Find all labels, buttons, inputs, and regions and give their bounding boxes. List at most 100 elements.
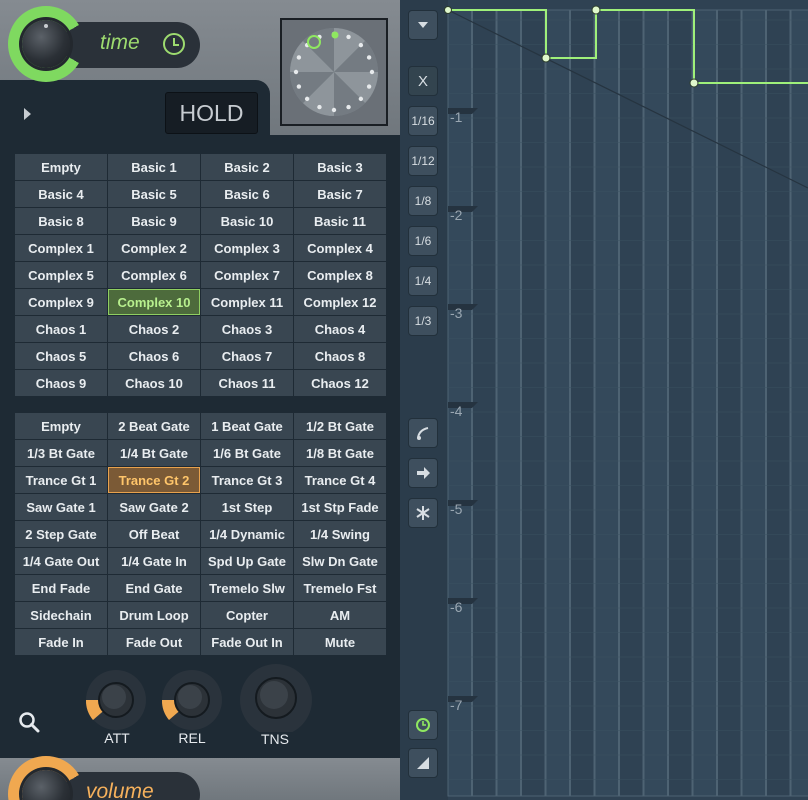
preset-button[interactable]: Empty: [15, 413, 107, 439]
snap-button[interactable]: 1/4: [408, 266, 438, 296]
preset-button[interactable]: Mute: [294, 629, 386, 655]
preset-button[interactable]: Basic 7: [294, 181, 386, 207]
preset-button[interactable]: 1/4 Gate In: [108, 548, 200, 574]
close-button[interactable]: X: [408, 66, 438, 96]
preset-grid-top: Empty Basic 1 Basic 2 Basic 3 Basic 4 Basic 5…: [15, 154, 386, 396]
preset-button[interactable]: Basic 10: [201, 208, 293, 234]
preset-button[interactable]: Basic 1: [108, 154, 200, 180]
preset-button[interactable]: Complex 11: [201, 289, 293, 315]
preset-button[interactable]: Chaos 9: [15, 370, 107, 396]
preset-button[interactable]: Saw Gate 2: [108, 494, 200, 520]
preset-button[interactable]: Chaos 1: [15, 316, 107, 342]
preset-button[interactable]: 2 Beat Gate: [108, 413, 200, 439]
preset-button[interactable]: Basic 8: [15, 208, 107, 234]
preset-button[interactable]: Chaos 5: [15, 343, 107, 369]
expand-arrow-icon[interactable]: [24, 108, 31, 120]
preset-button[interactable]: Complex 3: [201, 235, 293, 261]
preset-button[interactable]: Chaos 8: [294, 343, 386, 369]
preset-button[interactable]: Basic 5: [108, 181, 200, 207]
preset-button[interactable]: Saw Gate 1: [15, 494, 107, 520]
clock-icon[interactable]: [163, 33, 185, 55]
preset-button[interactable]: AM: [294, 602, 386, 628]
snap-button[interactable]: 1/8: [408, 186, 438, 216]
preset-button[interactable]: Basic 3: [294, 154, 386, 180]
preset-button[interactable]: Trance Gt 1: [15, 467, 107, 493]
preset-button[interactable]: 1/3 Bt Gate: [15, 440, 107, 466]
preset-button[interactable]: 1/2 Bt Gate: [294, 413, 386, 439]
preset-button[interactable]: Basic 6: [201, 181, 293, 207]
preset-button[interactable]: Slw Dn Gate: [294, 548, 386, 574]
preset-button[interactable]: Chaos 3: [201, 316, 293, 342]
preset-button[interactable]: 1st Step: [201, 494, 293, 520]
envelope-graph[interactable]: -1 -2 -3 -4 -5 -6 -7: [400, 0, 808, 800]
preset-button[interactable]: Empty: [15, 154, 107, 180]
lfo-dial-display[interactable]: [280, 18, 388, 126]
preset-button[interactable]: 1/4 Dynamic: [201, 521, 293, 547]
time-knob[interactable]: [8, 6, 84, 82]
preset-button[interactable]: Complex 8: [294, 262, 386, 288]
preset-button[interactable]: Fade Out: [108, 629, 200, 655]
preset-button[interactable]: Complex 9: [15, 289, 107, 315]
preset-button[interactable]: End Gate: [108, 575, 200, 601]
preset-button[interactable]: Basic 4: [15, 181, 107, 207]
preset-button[interactable]: End Fade: [15, 575, 107, 601]
snap-button[interactable]: 1/12: [408, 146, 438, 176]
preset-button[interactable]: Copter: [201, 602, 293, 628]
preset-button[interactable]: Complex 1: [15, 235, 107, 261]
snap-button[interactable]: 1/6: [408, 226, 438, 256]
tempo-sync-button[interactable]: [408, 710, 438, 740]
preset-button[interactable]: Trance Gt 2: [108, 467, 200, 493]
preset-button[interactable]: Complex 7: [201, 262, 293, 288]
envelope-editor[interactable]: -1 -2 -3 -4 -5 -6 -7 X 1/16 1/12 1/8 1/6 1/4 1/3: [400, 0, 808, 800]
preset-button[interactable]: 1/4 Swing: [294, 521, 386, 547]
preset-button[interactable]: Chaos 2: [108, 316, 200, 342]
preset-button[interactable]: Complex 12: [294, 289, 386, 315]
preset-button[interactable]: Complex 6: [108, 262, 200, 288]
preset-button[interactable]: Chaos 7: [201, 343, 293, 369]
preset-button[interactable]: Complex 4: [294, 235, 386, 261]
ruler-label: -4: [450, 403, 463, 419]
preset-button[interactable]: Drum Loop: [108, 602, 200, 628]
preset-button[interactable]: Chaos 6: [108, 343, 200, 369]
preset-button[interactable]: 1/6 Bt Gate: [201, 440, 293, 466]
preset-button[interactable]: Chaos 4: [294, 316, 386, 342]
preset-button[interactable]: Basic 9: [108, 208, 200, 234]
snap-button[interactable]: 1/16: [408, 106, 438, 136]
preset-button[interactable]: 1/8 Bt Gate: [294, 440, 386, 466]
preset-button[interactable]: Chaos 11: [201, 370, 293, 396]
snap-button[interactable]: 1/3: [408, 306, 438, 336]
preset-button[interactable]: Basic 2: [201, 154, 293, 180]
preset-button[interactable]: 2 Step Gate: [15, 521, 107, 547]
preset-button[interactable]: 1/4 Bt Gate: [108, 440, 200, 466]
preset-button[interactable]: Chaos 12: [294, 370, 386, 396]
preset-button[interactable]: Sidechain: [15, 602, 107, 628]
preset-button[interactable]: Complex 2: [108, 235, 200, 261]
preset-button[interactable]: Trance Gt 4: [294, 467, 386, 493]
preset-button[interactable]: 1 Beat Gate: [201, 413, 293, 439]
preset-button[interactable]: Complex 10: [108, 289, 200, 315]
hold-button[interactable]: HOLD: [165, 92, 258, 134]
curve-tool-button[interactable]: [408, 418, 438, 448]
dropdown-button[interactable]: [408, 10, 438, 40]
ruler-label: -3: [450, 305, 463, 321]
rel-knob[interactable]: [160, 670, 224, 735]
arrow-tool-button[interactable]: [408, 458, 438, 488]
magnifier-icon[interactable]: [18, 711, 40, 733]
att-knob[interactable]: [84, 670, 148, 735]
preset-button[interactable]: 1/4 Gate Out: [15, 548, 107, 574]
preset-button[interactable]: Tremelo Slw: [201, 575, 293, 601]
preset-button[interactable]: Tremelo Fst: [294, 575, 386, 601]
resize-button[interactable]: [408, 748, 438, 778]
preset-button[interactable]: Off Beat: [108, 521, 200, 547]
tns-knob[interactable]: [240, 664, 312, 737]
preset-button[interactable]: Chaos 10: [108, 370, 200, 396]
arrow-right-icon: [417, 467, 430, 479]
preset-button[interactable]: Fade In: [15, 629, 107, 655]
preset-button[interactable]: 1st Stp Fade: [294, 494, 386, 520]
preset-button[interactable]: Basic 11: [294, 208, 386, 234]
preset-button[interactable]: Complex 5: [15, 262, 107, 288]
preset-button[interactable]: Spd Up Gate: [201, 548, 293, 574]
preset-button[interactable]: Trance Gt 3: [201, 467, 293, 493]
preset-button[interactable]: Fade Out In: [201, 629, 293, 655]
freeze-tool-button[interactable]: [408, 498, 438, 528]
